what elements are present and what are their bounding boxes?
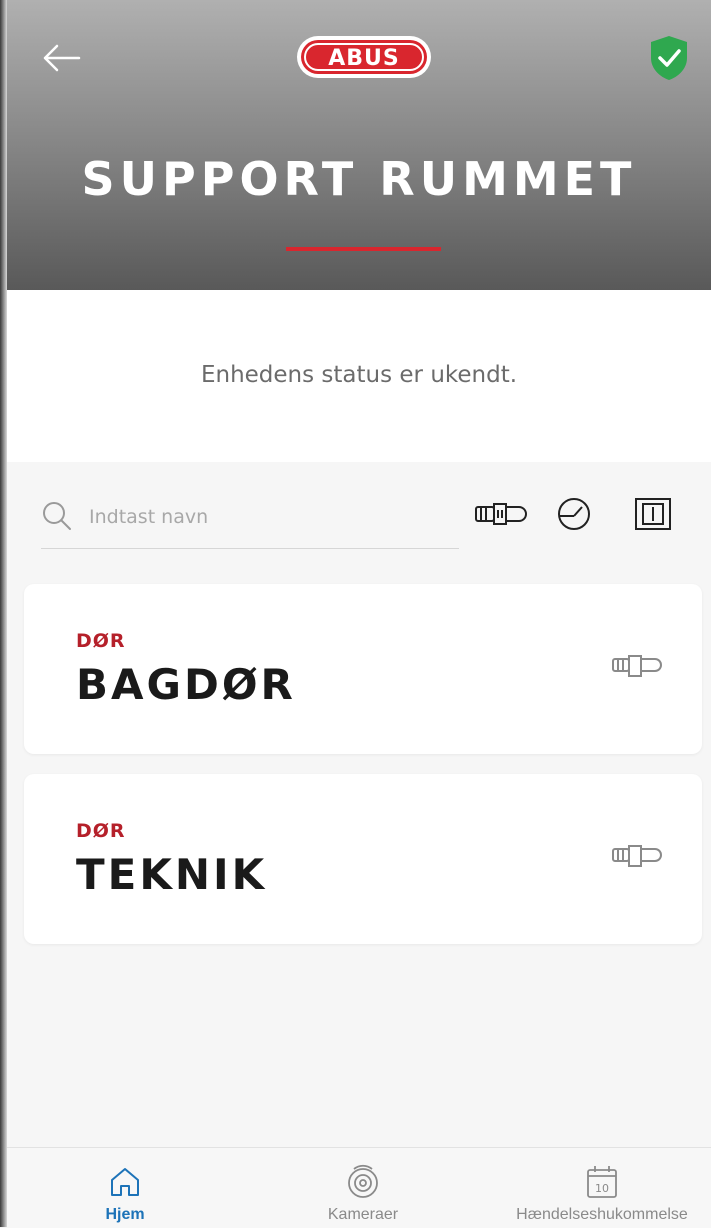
device-status-text: Enhedens status er ukendt. [200,362,518,388]
search-row [7,462,711,562]
calendar-icon: 10 [587,1166,617,1198]
search-box [41,492,459,549]
gauge-icon [558,498,590,530]
door-frame-icon [635,498,671,530]
abus-logo: ABUS [297,36,431,78]
camera-icon [348,1164,378,1198]
page-title: SUPPORT RUMMET [81,152,637,206]
device-card-bagdor[interactable]: DØR BAGDØR [24,584,702,754]
search-input[interactable] [87,500,451,534]
back-button[interactable] [37,38,85,78]
device-name: BAGDØR [76,660,296,709]
title-underline [286,247,441,251]
window-edge [0,0,7,1227]
filter-lock-cylinder-button[interactable] [473,496,529,532]
calendar-day-number: 10 [595,1182,609,1195]
nav-label: Kameraer [327,1206,399,1223]
home-icon [111,1168,139,1196]
nav-label: Hjem [105,1206,145,1223]
device-name: TEKNIK [76,850,268,899]
status-panel: Enhedens status er ukendt. [7,290,711,462]
filter-door-frame-button[interactable] [633,496,673,532]
device-type-label: DØR [76,820,126,842]
shield-check-icon[interactable] [647,34,691,82]
lock-cylinder-icon [612,655,662,677]
nav-label: Hændelseshukommelse [516,1206,688,1223]
header: ABUS SUPPORT RUMMET [7,0,711,290]
nav-item-haendelseshukommelse[interactable]: 10 Hændelseshukommelse [499,1148,705,1228]
bottom-nav: Hjem Kameraer 10 Hændelseshukommelse [7,1147,711,1228]
search-icon [43,502,71,530]
lock-cylinder-icon [475,503,527,525]
filter-gauge-button[interactable] [555,496,593,532]
device-type-label: DØR [76,630,126,652]
nav-item-kameraer[interactable]: Kameraer [303,1148,423,1228]
device-card-teknik[interactable]: DØR TEKNIK [24,774,702,944]
arrow-left-icon [43,44,81,72]
lock-cylinder-icon [612,845,662,867]
nav-item-hjem[interactable]: Hjem [75,1148,175,1228]
logo-text: ABUS [328,46,400,71]
